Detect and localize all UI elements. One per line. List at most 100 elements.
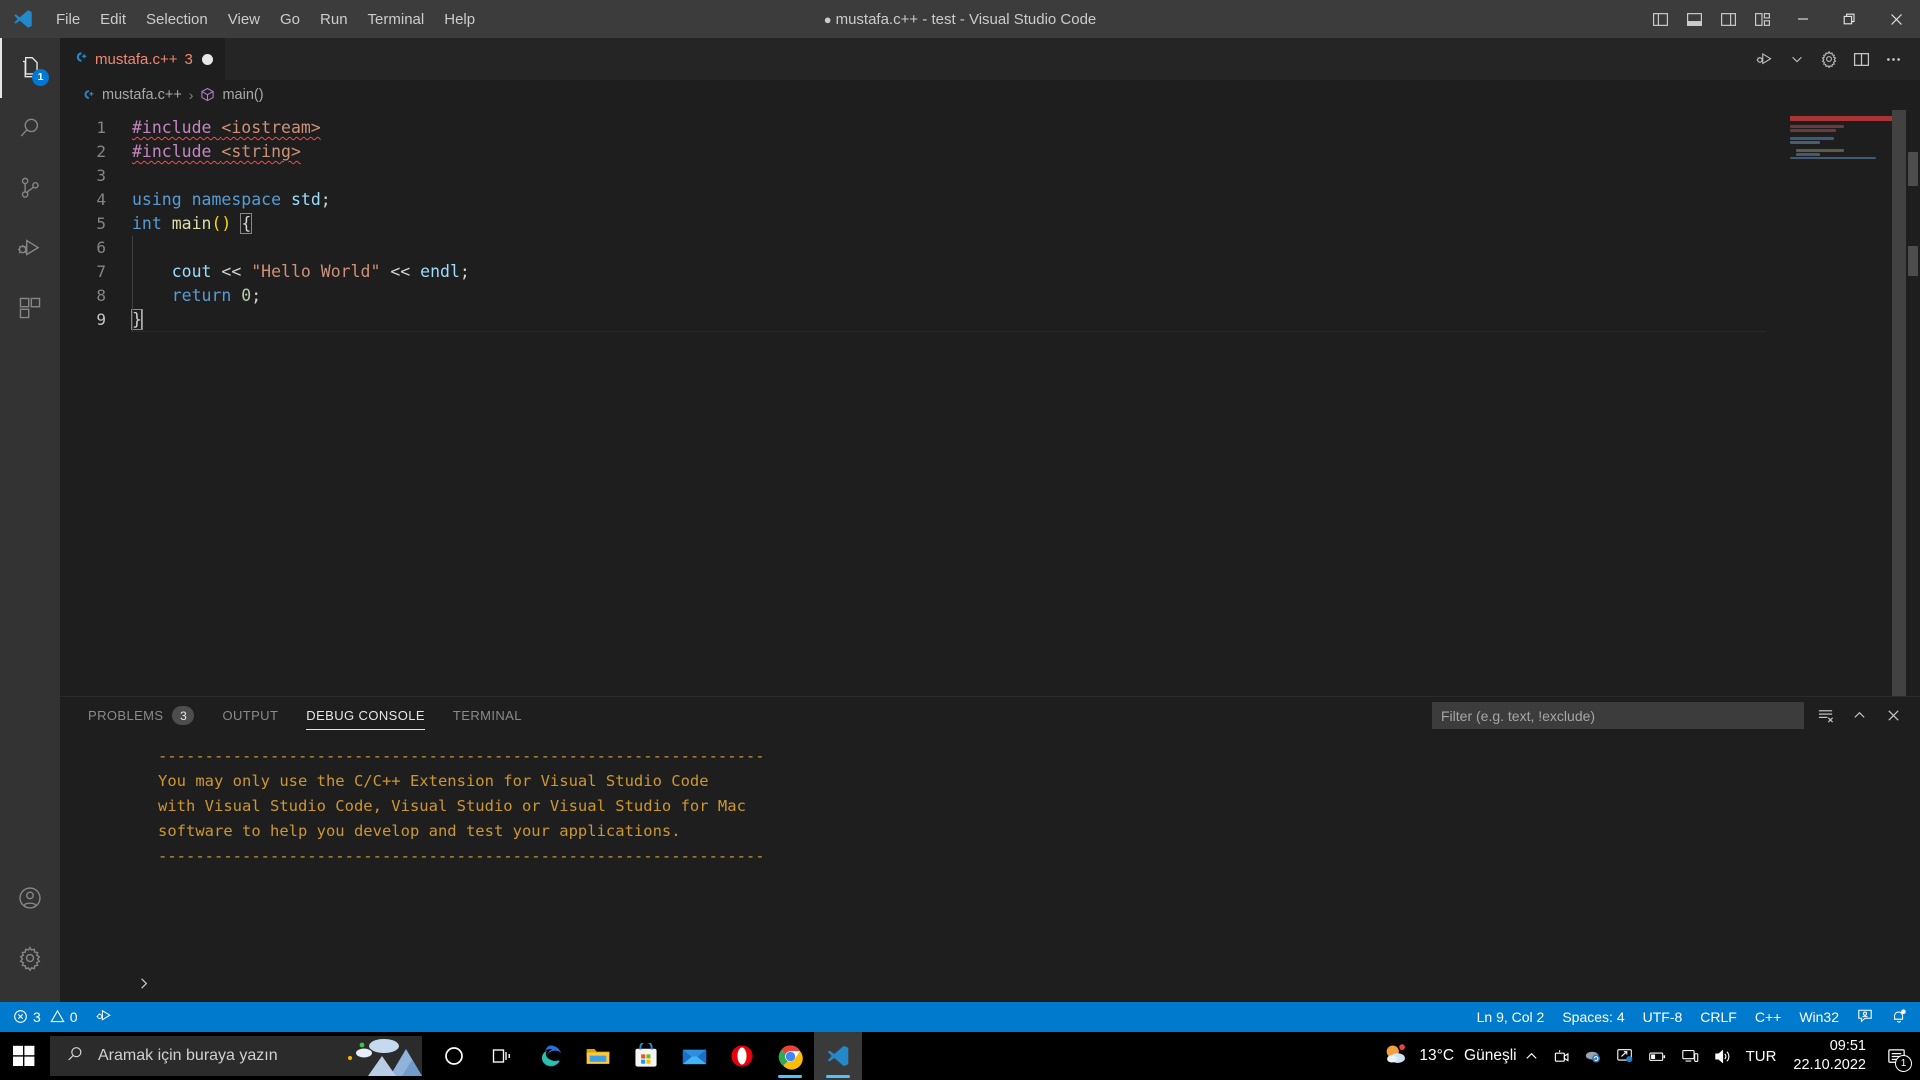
status-errors-warnings[interactable]: 3 0 — [4, 1002, 87, 1032]
line-number: 5 — [60, 212, 132, 236]
accounts-icon[interactable] — [0, 868, 60, 928]
code-line[interactable]: 7 cout << "Hello World" << endl; — [60, 260, 1786, 284]
status-eol[interactable]: CRLF — [1691, 1009, 1746, 1025]
code-token: <iostream> — [221, 118, 320, 137]
toggle-primary-sidebar-icon[interactable] — [1643, 0, 1677, 38]
menu-bar: File Edit Selection View Go Run Terminal… — [46, 0, 485, 38]
taskbar-item-microsoft-edge[interactable] — [526, 1032, 574, 1080]
sidebar-item-explorer[interactable]: 1 — [0, 38, 60, 98]
menu-terminal[interactable]: Terminal — [358, 0, 435, 38]
windows-taskbar: Aramak için buraya yazın — [0, 1032, 1920, 1080]
split-editor-icon[interactable] — [1846, 44, 1876, 74]
battery-icon[interactable] — [1641, 1032, 1674, 1080]
menu-edit[interactable]: Edit — [90, 0, 136, 38]
close-button[interactable] — [1873, 0, 1920, 38]
tray-weather[interactable]: 13°C Güneşli — [1371, 1041, 1516, 1072]
tab-mustafa-cpp[interactable]: mustafa.c++ 3 — [60, 38, 226, 80]
status-language-mode[interactable]: C++ — [1746, 1009, 1790, 1025]
sidebar-item-search[interactable] — [0, 98, 60, 158]
tray-clock[interactable]: 09:51 22.10.2022 — [1783, 1037, 1876, 1075]
breadcrumb-item-symbol[interactable]: main() — [222, 87, 263, 103]
editor-vertical-scrollbar[interactable] — [1906, 110, 1920, 696]
code-line[interactable]: 1#include <iostream> — [60, 116, 1786, 140]
menu-selection[interactable]: Selection — [136, 0, 218, 38]
taskbar-item-opera[interactable] — [718, 1032, 766, 1080]
gear-icon[interactable] — [0, 928, 60, 988]
network-icon[interactable] — [1674, 1032, 1706, 1080]
code-line[interactable]: 5int main() { — [60, 212, 1786, 236]
gear-icon[interactable] — [1814, 44, 1844, 74]
debug-console-output[interactable]: ----------------------------------------… — [60, 734, 1920, 1002]
chevron-up-icon[interactable] — [1846, 703, 1872, 729]
code-line[interactable]: 8 return 0; — [60, 284, 1786, 308]
taskbar-item-task-view[interactable] — [478, 1032, 526, 1080]
taskbar-item-cortana[interactable] — [430, 1032, 478, 1080]
tab-dirty-indicator[interactable] — [202, 54, 213, 65]
screen-share-icon[interactable] — [1609, 1032, 1641, 1080]
search-decoration-art — [332, 1036, 422, 1076]
sidebar-item-extensions[interactable] — [0, 278, 60, 338]
tab-debug-console[interactable]: DEBUG CONSOLE — [306, 697, 425, 734]
code-line[interactable]: 3 — [60, 164, 1786, 188]
toggle-panel-icon[interactable] — [1677, 0, 1711, 38]
menu-run[interactable]: Run — [310, 0, 358, 38]
code-token: std — [291, 190, 321, 209]
toggle-secondary-sidebar-icon[interactable] — [1711, 0, 1745, 38]
notification-icon[interactable]: 1 — [1876, 1032, 1916, 1080]
tab-terminal[interactable]: TERMINAL — [453, 697, 522, 734]
line-number: 4 — [60, 188, 132, 212]
code-editor[interactable]: 1#include <iostream>2#include <string>34… — [60, 110, 1920, 696]
camera-icon[interactable] — [1546, 1032, 1577, 1080]
minimize-button[interactable] — [1779, 0, 1826, 38]
status-cursor-position[interactable]: Ln 9, Col 2 — [1468, 1009, 1554, 1025]
code-line[interactable]: 6 — [60, 236, 1786, 260]
code-token: "Hello World" — [251, 262, 380, 281]
status-encoding[interactable]: UTF-8 — [1634, 1009, 1692, 1025]
code-token: ; — [251, 286, 261, 305]
minimap[interactable] — [1786, 110, 1906, 696]
tab-output[interactable]: OUTPUT — [222, 697, 278, 734]
taskbar-item-google-chrome[interactable] — [766, 1032, 814, 1080]
sidebar-item-run-and-debug[interactable] — [0, 218, 60, 278]
menu-go[interactable]: Go — [270, 0, 310, 38]
code-line[interactable]: 2#include <string> — [60, 140, 1786, 164]
sidebar-item-source-control[interactable] — [0, 158, 60, 218]
customize-layout-icon[interactable] — [1745, 0, 1779, 38]
more-actions-icon[interactable] — [1878, 44, 1908, 74]
scrollbar-decoration — [1908, 152, 1918, 186]
tab-problems[interactable]: PROBLEMS 3 — [88, 697, 194, 734]
run-debug-icon[interactable] — [1750, 44, 1780, 74]
code-line[interactable]: 9} — [60, 308, 1786, 332]
chevron-right-icon[interactable] — [130, 970, 156, 996]
status-notifications[interactable] — [1882, 1008, 1916, 1027]
clear-console-icon[interactable] — [1812, 703, 1838, 729]
panel-tab-label: OUTPUT — [222, 708, 278, 723]
taskbar-search[interactable]: Aramak için buraya yazın — [50, 1036, 422, 1076]
tray-language[interactable]: TUR — [1739, 1032, 1784, 1080]
taskbar-item-microsoft-store[interactable] — [622, 1032, 670, 1080]
filter-input[interactable] — [1432, 702, 1804, 729]
menu-view[interactable]: View — [218, 0, 270, 38]
status-feedback[interactable] — [1848, 1008, 1882, 1027]
indent-guide — [132, 284, 133, 308]
windows-start-icon[interactable] — [0, 1032, 48, 1080]
volume-icon[interactable] — [1706, 1032, 1739, 1080]
taskbar-item-visual-studio-code[interactable] — [814, 1032, 862, 1080]
code-token: { — [241, 214, 251, 233]
taskbar-item-mail[interactable] — [670, 1032, 718, 1080]
code-line[interactable]: 4using namespace std; — [60, 188, 1786, 212]
close-panel-icon[interactable] — [1880, 703, 1906, 729]
menu-help[interactable]: Help — [434, 0, 485, 38]
minimap-slider[interactable] — [1892, 110, 1906, 696]
status-run-debug[interactable] — [87, 1002, 122, 1032]
chevron-down-icon[interactable] — [1782, 44, 1812, 74]
taskbar-item-file-explorer[interactable] — [574, 1032, 622, 1080]
cpp-file-icon — [80, 87, 95, 104]
status-platform[interactable]: Win32 — [1790, 1009, 1848, 1025]
status-indentation[interactable]: Spaces: 4 — [1553, 1009, 1633, 1025]
cloud-sync-icon[interactable] — [1577, 1032, 1609, 1080]
show-hidden-icons-icon[interactable] — [1517, 1032, 1546, 1080]
breadcrumb-item-file[interactable]: mustafa.c++ — [102, 87, 182, 103]
menu-file[interactable]: File — [46, 0, 90, 38]
maximize-restore-button[interactable] — [1826, 0, 1873, 38]
